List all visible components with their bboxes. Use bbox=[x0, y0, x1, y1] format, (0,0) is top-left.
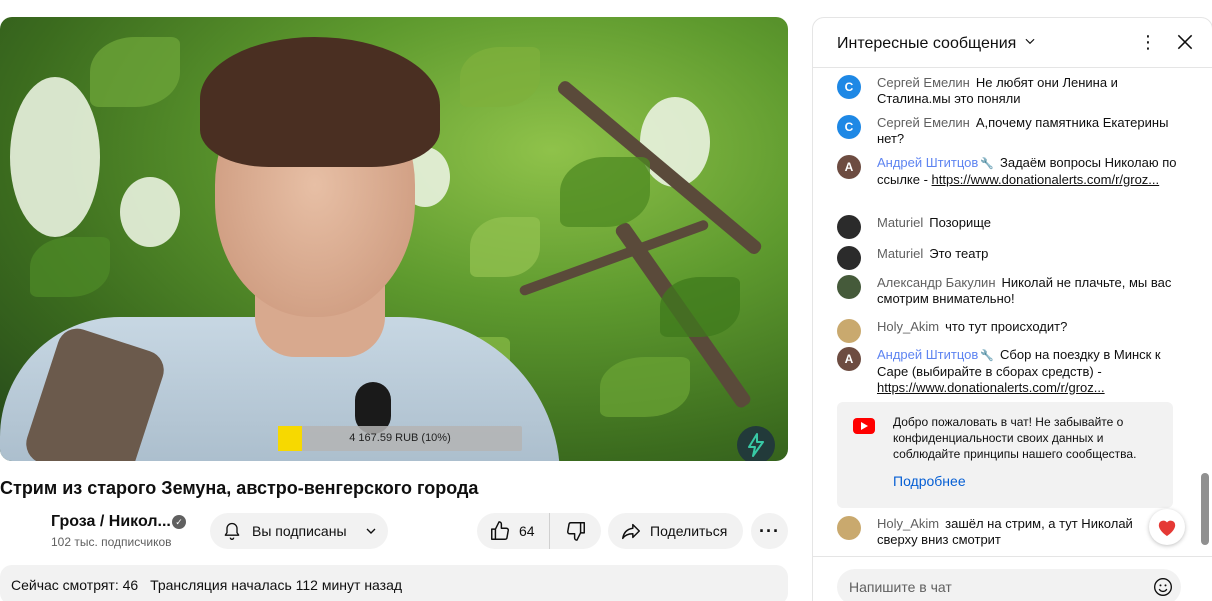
person-hair bbox=[200, 37, 440, 167]
dislike-button[interactable] bbox=[550, 513, 601, 549]
more-actions-button[interactable]: ··· bbox=[751, 513, 788, 549]
viewer-count: Сейчас смотрят: 46 bbox=[11, 577, 139, 593]
user-avatar[interactable] bbox=[837, 215, 861, 239]
stream-start-time: Трансляция началась 112 минут назад bbox=[150, 577, 403, 593]
chat-header: Интересные сообщения ⋮ bbox=[813, 18, 1212, 68]
wrench-icon: 🔧 bbox=[980, 158, 994, 170]
user-avatar[interactable] bbox=[837, 275, 861, 299]
live-chat-panel: Интересные сообщения ⋮ С Сергей Емелин Не… bbox=[812, 17, 1212, 601]
description-stats: Сейчас смотрят: 46 Трансляция началась 1… bbox=[11, 577, 410, 593]
share-button[interactable]: Поделиться bbox=[608, 513, 743, 549]
subscribed-label: Вы подписаны bbox=[252, 523, 347, 539]
message-author[interactable]: Maturiel bbox=[877, 215, 923, 230]
user-avatar[interactable] bbox=[837, 246, 861, 270]
chat-input-area bbox=[813, 556, 1212, 601]
reaction-heart-button[interactable] bbox=[1149, 509, 1185, 545]
channel-name[interactable]: Гроза / Никол... bbox=[51, 513, 171, 531]
message-author[interactable]: Александр Бакулин bbox=[877, 275, 996, 290]
message-text: Это театр bbox=[929, 246, 989, 261]
user-avatar[interactable]: С bbox=[837, 115, 861, 139]
chat-mode-title[interactable]: Интересные сообщения bbox=[837, 35, 1016, 53]
subscriber-count: 102 тыс. подписчиков bbox=[51, 535, 172, 549]
user-avatar[interactable]: А bbox=[837, 347, 861, 371]
youtube-logo-icon bbox=[853, 418, 875, 434]
donation-goal-text: 4 167.59 RUB (10%) bbox=[349, 432, 451, 444]
learn-more-link[interactable]: Подробнее bbox=[893, 473, 966, 489]
share-label: Поделиться bbox=[650, 523, 728, 539]
video-title: Стрим из старого Земуна, австро-венгерск… bbox=[0, 478, 479, 498]
welcome-text: Добро пожаловать в чат! Не забывайте о к… bbox=[893, 415, 1137, 461]
bell-icon bbox=[224, 522, 240, 540]
thumbs-up-icon bbox=[491, 521, 509, 540]
channel-avatar[interactable] bbox=[0, 513, 40, 553]
chevron-down-icon[interactable] bbox=[1023, 34, 1037, 48]
subscribed-button[interactable]: Вы подписаны bbox=[210, 513, 388, 549]
message-author[interactable]: Сергей Емелин bbox=[877, 115, 970, 130]
message-text: Позорище bbox=[929, 215, 991, 230]
lightning-icon bbox=[737, 426, 775, 461]
youtube-live-page: 4 167.59 RUB (10%) Стрим из старого Зему… bbox=[0, 0, 1212, 601]
message-author[interactable]: Андрей Штитцов bbox=[877, 347, 978, 362]
user-avatar[interactable]: А bbox=[837, 155, 861, 179]
more-vertical-icon[interactable]: ⋮ bbox=[1139, 32, 1157, 53]
share-arrow-icon bbox=[622, 523, 640, 540]
heart-icon bbox=[1158, 520, 1176, 537]
chat-message-input[interactable] bbox=[837, 569, 1181, 601]
user-avatar[interactable] bbox=[837, 319, 861, 343]
like-count: 64 bbox=[519, 523, 535, 539]
like-dislike-group: 64 bbox=[477, 513, 601, 549]
message-author[interactable]: Holy_Akim bbox=[877, 319, 939, 334]
message-author[interactable]: Андрей Штитцов bbox=[877, 155, 978, 170]
wrench-icon: 🔧 bbox=[980, 350, 994, 362]
thumbs-down-icon bbox=[566, 522, 585, 541]
message-link[interactable]: https://www.donationalerts.com/r/groz... bbox=[932, 172, 1160, 187]
more-horizontal-icon: ··· bbox=[759, 520, 780, 541]
message-author[interactable]: Сергей Емелин bbox=[877, 75, 970, 90]
chat-scrollbar-thumb[interactable] bbox=[1201, 473, 1209, 545]
emoji-smile-icon[interactable] bbox=[1153, 577, 1173, 597]
verified-checkmark-icon: ✓ bbox=[172, 515, 186, 529]
video-player[interactable]: 4 167.59 RUB (10%) bbox=[0, 17, 788, 461]
user-avatar[interactable]: С bbox=[837, 75, 861, 99]
message-author[interactable]: Maturiel bbox=[877, 246, 923, 261]
donation-goal-bar: 4 167.59 RUB (10%) bbox=[278, 426, 522, 451]
like-button[interactable]: 64 bbox=[477, 513, 550, 549]
chevron-down-icon bbox=[366, 528, 375, 534]
close-icon[interactable] bbox=[1175, 32, 1195, 52]
message-author[interactable]: Holy_Akim bbox=[877, 516, 939, 531]
user-avatar[interactable] bbox=[837, 516, 861, 540]
chat-welcome-card: Добро пожаловать в чат! Не забывайте о к… bbox=[837, 402, 1173, 508]
message-text: что тут происходит? bbox=[945, 319, 1068, 334]
message-link[interactable]: https://www.donationalerts.com/r/groz... bbox=[877, 380, 1105, 395]
